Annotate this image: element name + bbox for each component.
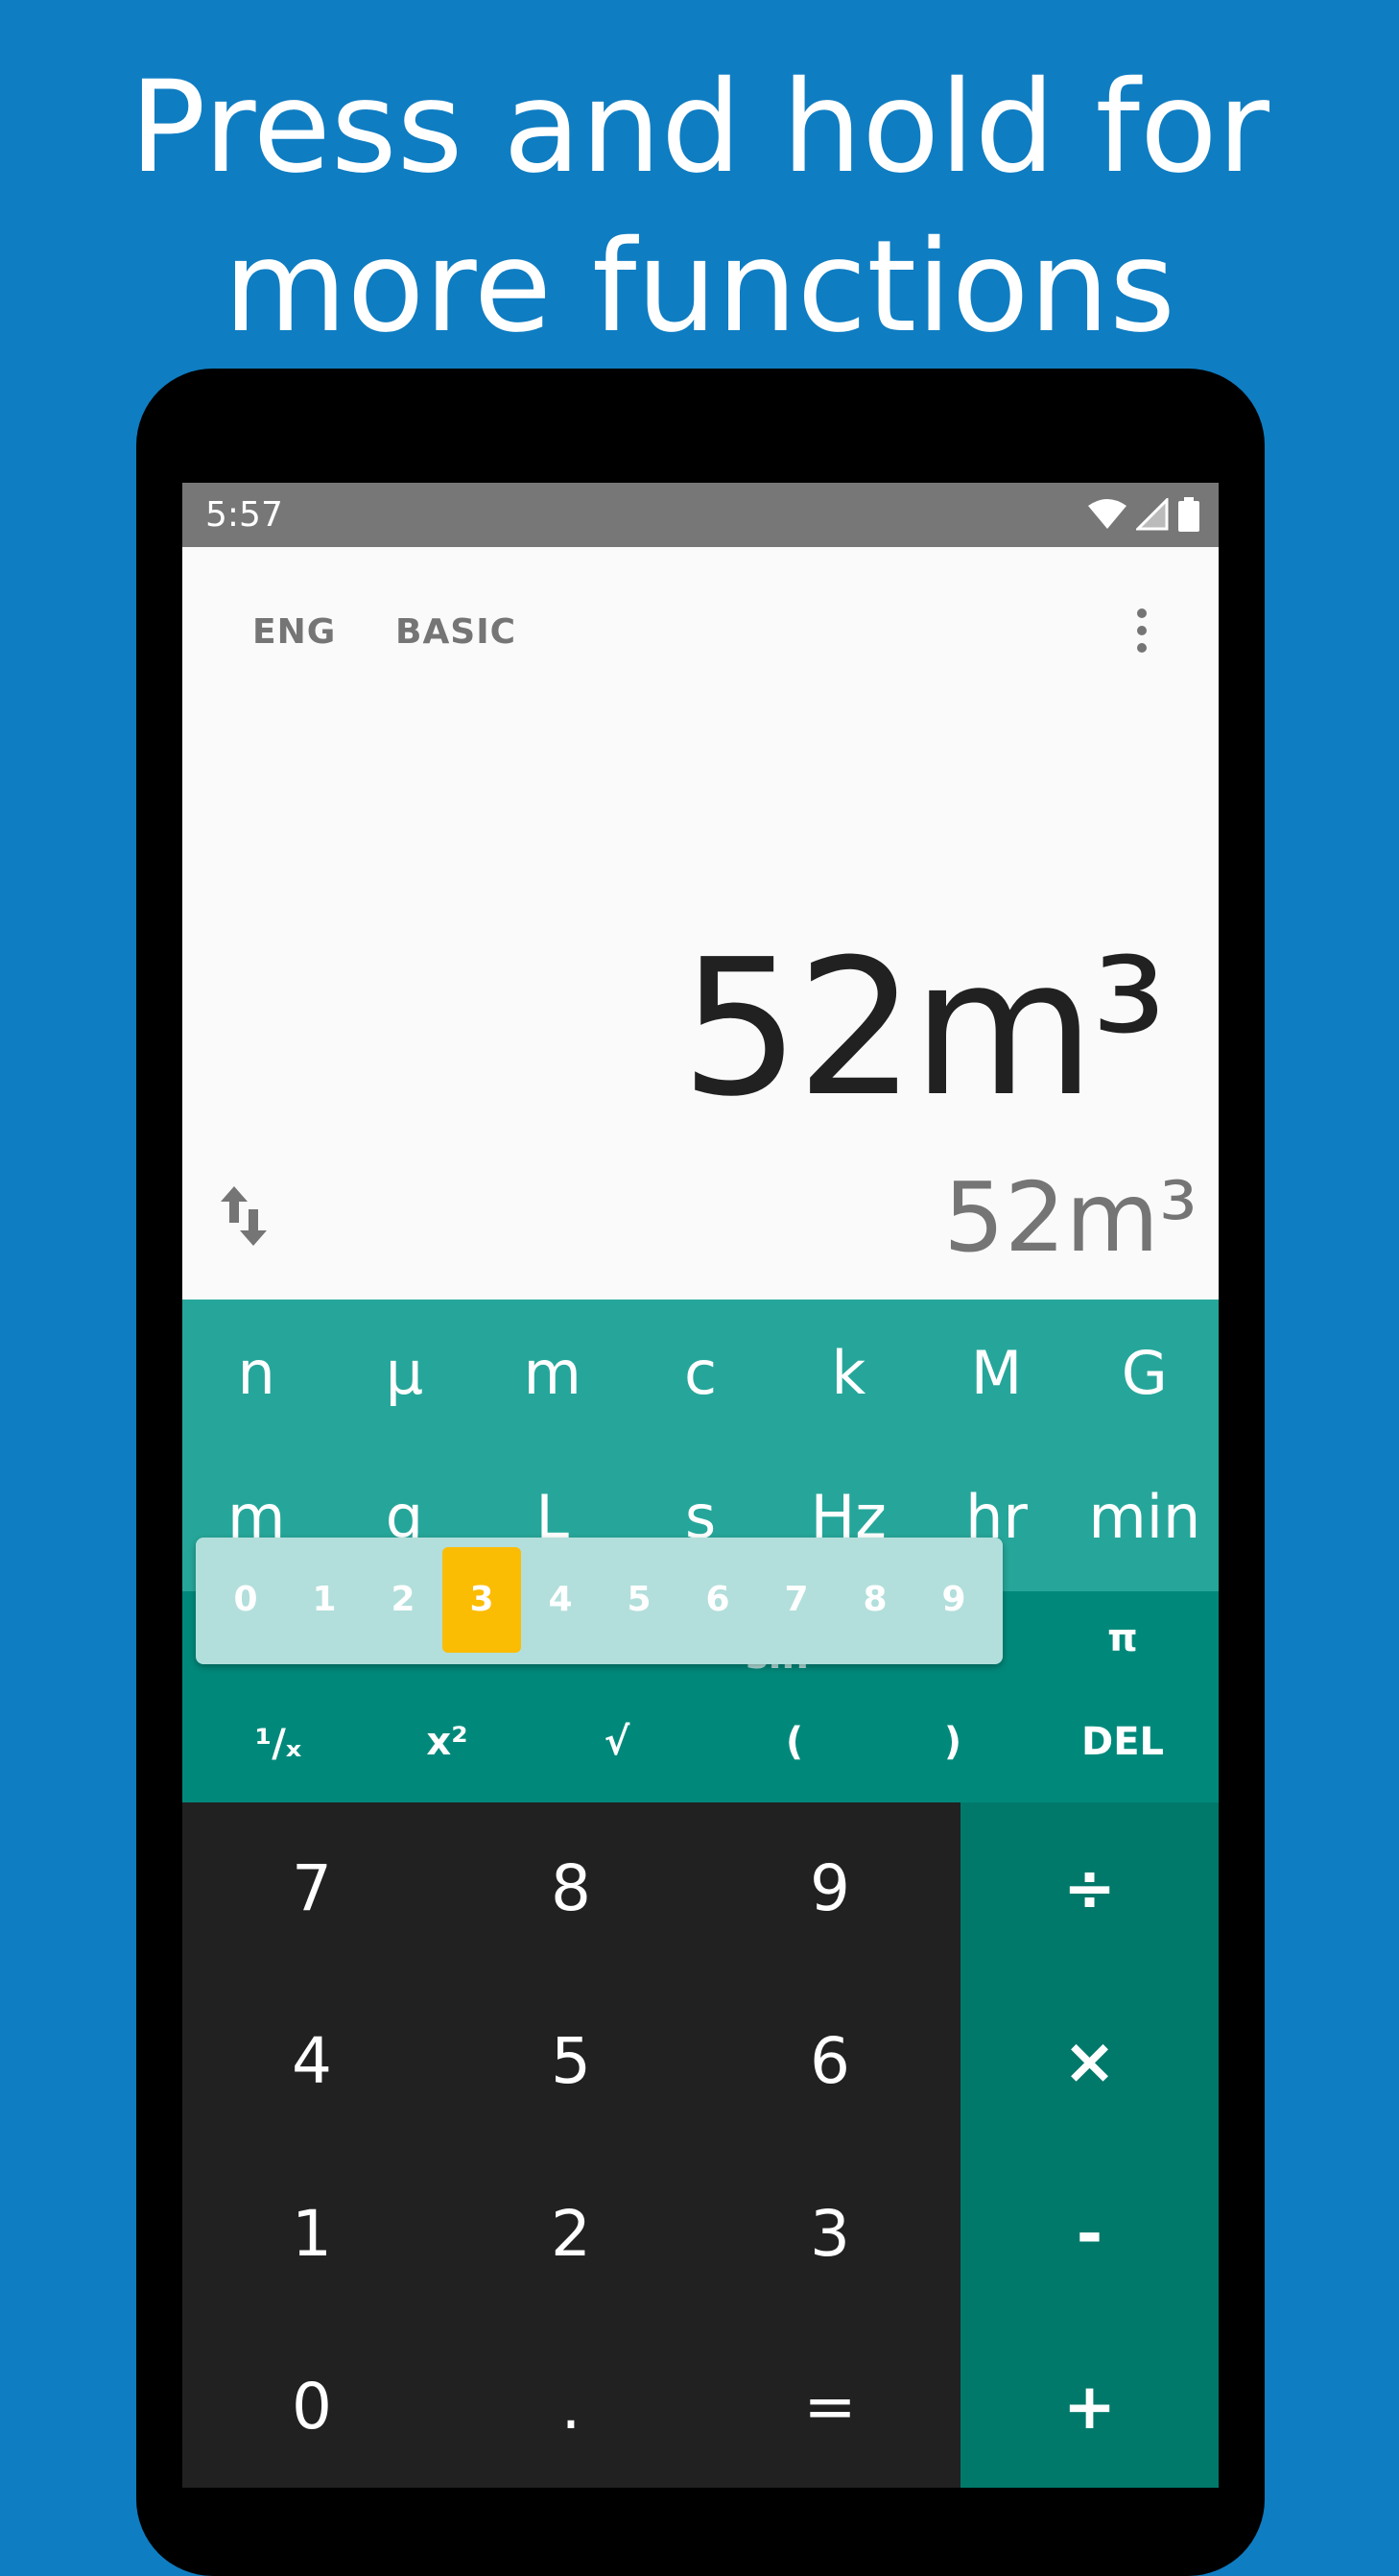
unit-minute-key[interactable]: min: [1071, 1482, 1219, 1552]
headline-line-2: more functions: [224, 213, 1175, 361]
exponent-9-option[interactable]: 9: [914, 1547, 993, 1653]
calculator-display: ENG BASIC 52m³ 52m³: [182, 547, 1219, 1300]
expression-display: 52m³: [680, 919, 1167, 1138]
prefix-centi-key[interactable]: c: [627, 1338, 774, 1408]
sqrt-key[interactable]: √: [550, 1720, 684, 1764]
result-display: 52m³: [943, 1161, 1197, 1274]
exponent-2-option[interactable]: 2: [364, 1547, 442, 1653]
exponent-3-option-selected[interactable]: 3: [442, 1547, 521, 1653]
prefix-micro-key[interactable]: μ: [330, 1338, 478, 1408]
square-key[interactable]: x²: [380, 1720, 514, 1764]
reciprocal-key[interactable]: ¹/ₓ: [211, 1722, 345, 1766]
divide-key[interactable]: ÷: [960, 1802, 1219, 1975]
exponent-popup: 0 1 2 3 4 5 6 7 8 9: [196, 1538, 1003, 1664]
battery-icon: [1178, 497, 1199, 532]
cell-signal-icon: [1136, 498, 1169, 531]
operator-pad: ÷ × - +: [960, 1802, 1219, 2488]
prefix-mega-key[interactable]: M: [922, 1338, 1070, 1408]
prefix-row: n μ m c k M G: [182, 1338, 1219, 1408]
exponent-6-option[interactable]: 6: [678, 1547, 757, 1653]
exponent-4-option[interactable]: 4: [521, 1547, 600, 1653]
digit-6-key[interactable]: 6: [700, 1975, 960, 2148]
more-options-icon[interactable]: [1132, 608, 1151, 666]
digit-3-key[interactable]: 3: [700, 2148, 960, 2321]
swap-units-icon[interactable]: [219, 1186, 271, 1246]
digit-2-key[interactable]: 2: [441, 2148, 700, 2321]
exponent-7-option[interactable]: 7: [757, 1547, 836, 1653]
multiply-key[interactable]: ×: [960, 1975, 1219, 2148]
promo-headline: Press and hold for more functions: [0, 48, 1399, 367]
headline-line-1: Press and hold for: [130, 54, 1269, 202]
add-key[interactable]: +: [960, 2321, 1219, 2488]
prefix-milli-key[interactable]: m: [479, 1338, 627, 1408]
status-icons: [1088, 497, 1199, 532]
status-bar: 5:57: [182, 483, 1219, 547]
pi-key[interactable]: π: [1065, 1616, 1180, 1660]
subtract-key[interactable]: -: [960, 2148, 1219, 2321]
equals-key[interactable]: =: [700, 2321, 960, 2488]
basic-mode-button[interactable]: BASIC: [395, 612, 516, 652]
app-screen: 5:57 ENG BASIC 52m³ 52m³ n μ m c k M G m: [182, 483, 1219, 2488]
eng-mode-button[interactable]: ENG: [252, 612, 336, 652]
digit-0-key[interactable]: 0: [182, 2321, 441, 2488]
exponent-5-option[interactable]: 5: [600, 1547, 678, 1653]
open-paren-key[interactable]: (: [727, 1720, 862, 1764]
exponent-1-option[interactable]: 1: [285, 1547, 364, 1653]
digit-7-key[interactable]: 7: [182, 1802, 441, 1975]
digit-1-key[interactable]: 1: [182, 2148, 441, 2321]
exponent-8-option[interactable]: 8: [836, 1547, 914, 1653]
digit-4-key[interactable]: 4: [182, 1975, 441, 2148]
digit-9-key[interactable]: 9: [700, 1802, 960, 1975]
digit-8-key[interactable]: 8: [441, 1802, 700, 1975]
wifi-icon: [1088, 499, 1126, 529]
prefix-nano-key[interactable]: n: [182, 1338, 330, 1408]
status-time: 5:57: [205, 495, 283, 535]
digit-5-key[interactable]: 5: [441, 1975, 700, 2148]
close-paren-key[interactable]: ): [895, 1720, 1010, 1764]
prefix-giga-key[interactable]: G: [1071, 1338, 1219, 1408]
exponent-0-option[interactable]: 0: [206, 1547, 285, 1653]
number-pad: 7 8 9 4 5 6 1 2 3 0 . =: [182, 1802, 960, 2488]
prefix-kilo-key[interactable]: k: [774, 1338, 922, 1408]
delete-key[interactable]: DEL: [1046, 1720, 1199, 1764]
decimal-point-key[interactable]: .: [441, 2321, 700, 2488]
